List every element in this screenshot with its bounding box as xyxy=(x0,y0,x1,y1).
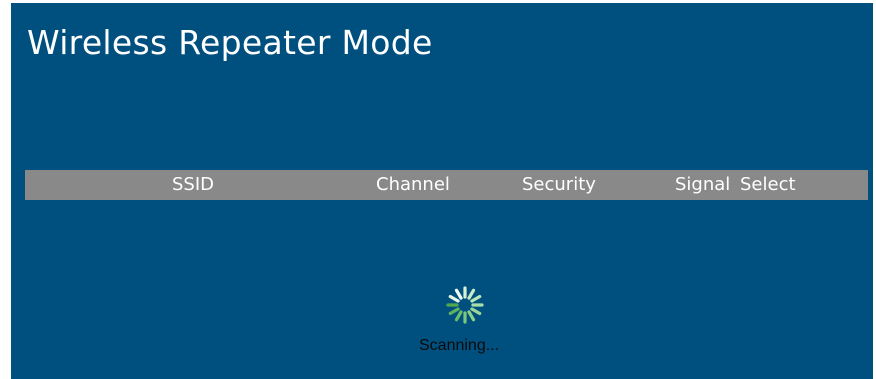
column-header-channel: Channel xyxy=(376,174,450,195)
table-header: SSID Channel Security Signal Select xyxy=(25,170,868,200)
column-header-ssid: SSID xyxy=(172,174,215,195)
scanning-status: Scanning... xyxy=(419,337,500,354)
column-header-security: Security xyxy=(522,174,596,195)
loading-spinner-icon xyxy=(446,286,484,324)
repeater-panel: Wireless Repeater Mode SSID Channel Secu… xyxy=(11,3,873,379)
page-title: Wireless Repeater Mode xyxy=(27,23,433,62)
column-header-select: Select xyxy=(740,174,796,195)
column-header-signal: Signal xyxy=(675,174,731,195)
